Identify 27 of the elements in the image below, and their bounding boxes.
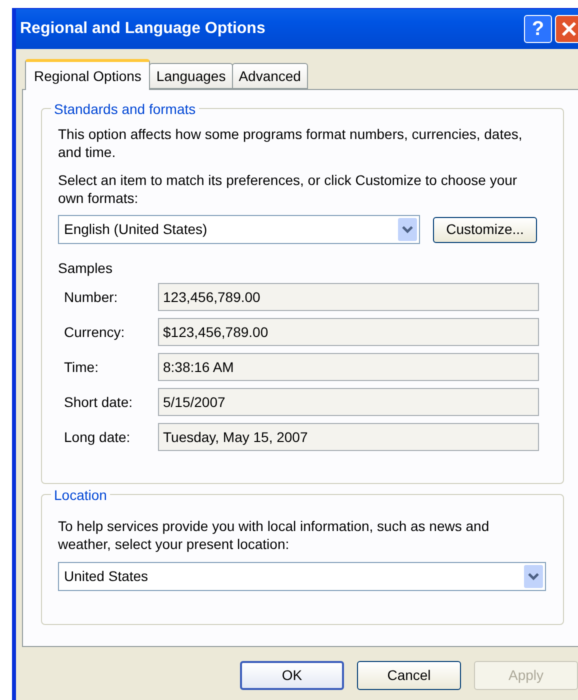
dropdown-value: United States (64, 567, 150, 586)
sample-field: Tuesday, May 15, 2007 (158, 423, 539, 451)
sample-field: 123,456,789.00 (158, 283, 539, 311)
sample-field: 5/15/2007 (158, 388, 539, 416)
field-label: Short date: (64, 392, 134, 412)
sample-field: $123,456,789.00 (158, 318, 539, 346)
window-title: Regional and Language Options (20, 19, 266, 39)
help-button[interactable]: ? (524, 15, 552, 43)
description-text: This option affects how some programs format numbers, currencies, dates, and time. (58, 125, 524, 161)
field-label: Long date: (64, 428, 132, 447)
description-text: To help services provide you with local information, such as news and weather, select your present location: (58, 517, 490, 553)
tab[interactable]: Regional Options (25, 59, 150, 90)
samples-label: Samples (58, 259, 114, 278)
field-label: Currency: (64, 322, 126, 342)
customize-button[interactable]: Customize... (433, 216, 537, 242)
tab[interactable]: Advanced (232, 63, 308, 89)
dialog-button[interactable]: Cancel (357, 661, 461, 690)
format-dropdown[interactable]: English (United States) (58, 215, 420, 244)
field-label: Number: (64, 288, 119, 306)
close-button[interactable] (555, 15, 578, 43)
sample-field: 8:38:16 AM (158, 353, 539, 381)
tab[interactable]: Languages (149, 63, 233, 89)
instruction-text: Select an item to match its preferences, or click Customize to choose your own formats: (58, 171, 518, 207)
dropdown-value: English (United States) (64, 220, 208, 239)
location-dropdown[interactable]: United States (58, 562, 546, 591)
field-label: Time: (64, 358, 100, 376)
dialog-button[interactable]: OK (240, 661, 344, 690)
